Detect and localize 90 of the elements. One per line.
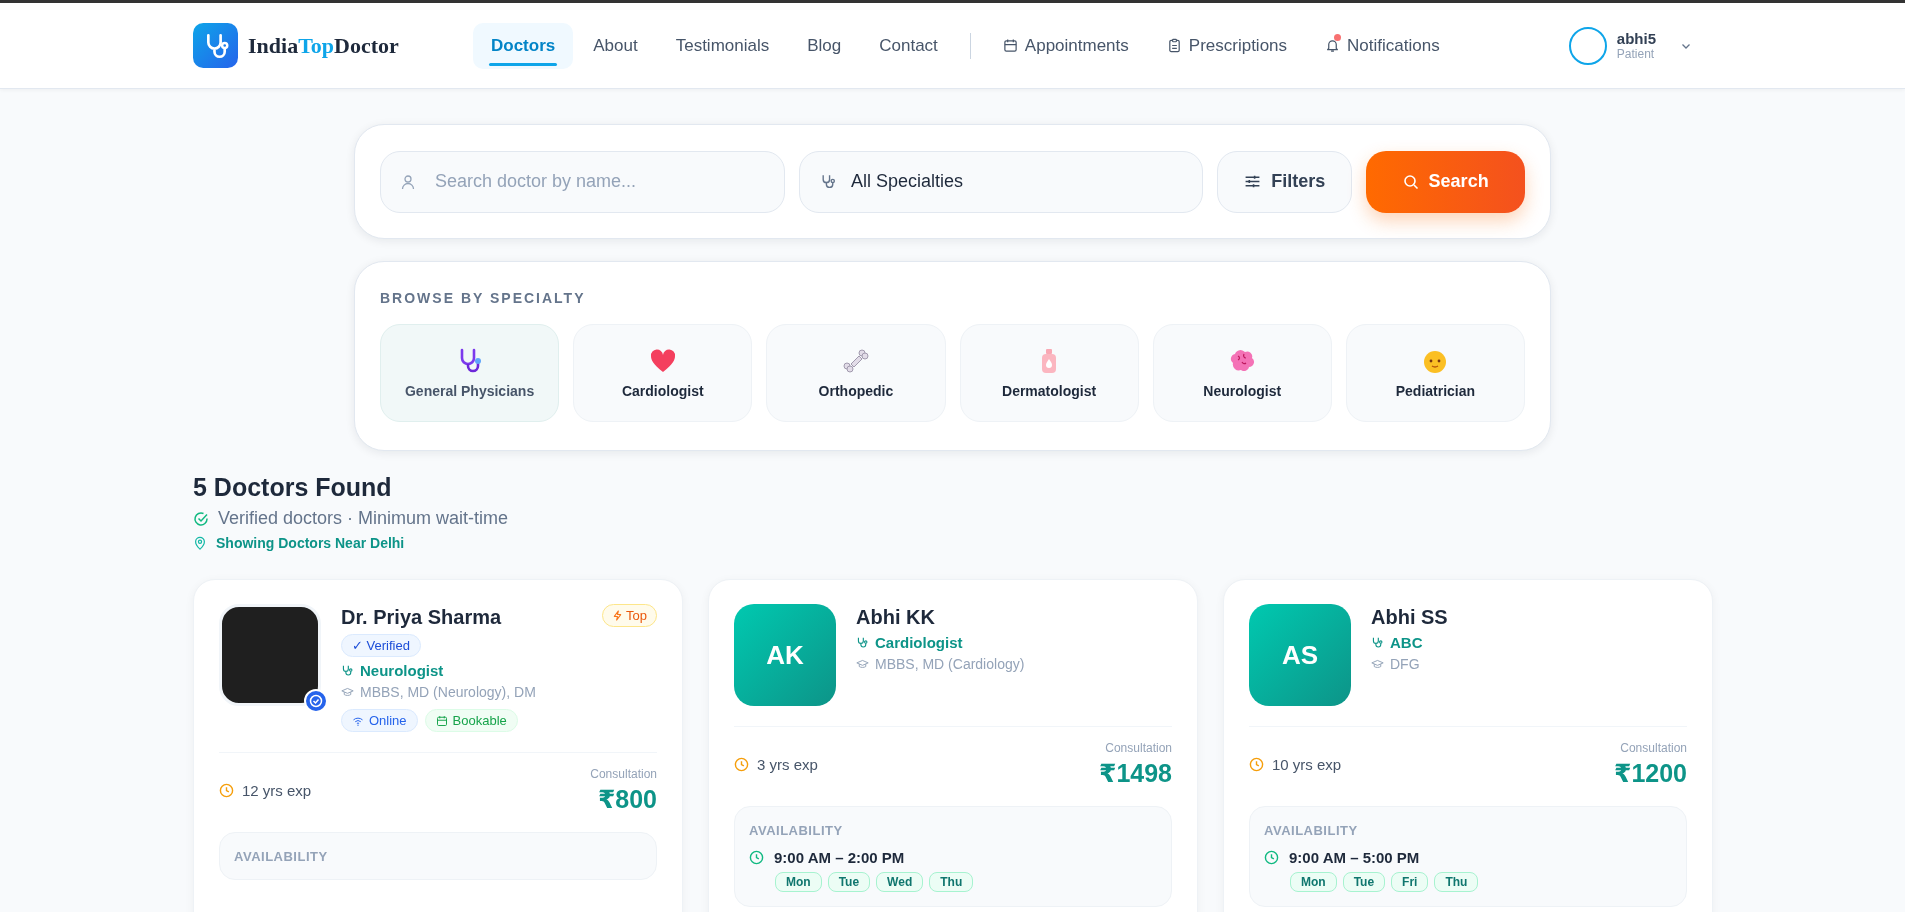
clock-icon [1264, 850, 1279, 865]
doctor-degrees: MBBS, MD (Neurology), DM [360, 684, 536, 700]
verified-badge: ✓ Verified [341, 634, 421, 657]
experience-text: 12 yrs exp [242, 782, 312, 799]
nav-link[interactable]: Doctors [473, 22, 574, 69]
availability-title: AVAILABILITY [234, 849, 328, 864]
nav-link[interactable]: About [575, 22, 656, 69]
results-heading: 5 Doctors Found [193, 473, 393, 502]
doctor-name: Dr. Priya Sharma [341, 606, 502, 629]
specialty-tile[interactable]: Orthopedic [766, 324, 946, 422]
clipboard-icon [1166, 38, 1182, 53]
doctor-specialty: ABC [1390, 634, 1423, 651]
doctor-specialty: Neurologist [360, 662, 444, 679]
clock-icon [749, 850, 764, 865]
day-chip: Tue [827, 872, 871, 892]
consultation-fee: ₹1200 [1614, 759, 1687, 788]
graduation-cap-icon [1371, 657, 1384, 671]
calendar-icon [435, 714, 448, 727]
top-badge: Top [602, 604, 657, 627]
bone-icon [841, 347, 870, 375]
nav-link[interactable]: Appointments [984, 22, 1147, 69]
doctor-card[interactable]: Dr. Priya Sharma Top ✓ Verified Neurologist MBBS, MD (Neurology), DM Online Bookable 12 yrs exp Consultation ₹800 AVAILABILITY [193, 579, 683, 912]
specialty-tile[interactable]: Pediatrician [1345, 324, 1525, 422]
check-circle-icon [193, 510, 209, 527]
day-chip: Fri [1391, 872, 1429, 892]
initials-avatar: AK [734, 604, 836, 706]
day-chip: Mon [775, 872, 822, 892]
doctor-specialty: Cardiologist [875, 634, 963, 651]
doctor-card[interactable]: AS Abhi SS ABC DFG 10 yrs exp Consultation ₹1200 AVAILABILITY 9:00 AM – 5:00 PM Mon Tue Fri Thu [1223, 579, 1713, 912]
nav-link[interactable]: Notifications [1307, 22, 1458, 69]
day-chip: Wed [876, 872, 924, 892]
initials-avatar: AS [1249, 604, 1351, 706]
map-pin-icon [193, 536, 207, 550]
user-name: abhi5 [1616, 30, 1656, 47]
specialty-tile[interactable]: Neurologist [1152, 324, 1332, 422]
nav-link[interactable]: Blog [789, 22, 860, 69]
search-icon [1402, 173, 1419, 190]
day-chip: Mon [1290, 872, 1337, 892]
sliders-icon [1244, 173, 1262, 190]
doctor-degrees: MBBS, MD (Cardiology) [875, 656, 1025, 672]
online-tag: Online [341, 709, 418, 732]
stethoscope-icon [1371, 636, 1384, 649]
heart-icon [648, 347, 677, 375]
lightning-icon [612, 610, 624, 621]
stethoscope-logo-icon[interactable] [193, 23, 238, 68]
clock-icon [1249, 757, 1264, 772]
specialty-select[interactable]: All Specialties [799, 150, 1204, 213]
stethoscope-icon [341, 664, 354, 677]
availability-hours: 9:00 AM – 2:00 PM [774, 849, 905, 866]
clock-icon [734, 757, 749, 772]
nav-link[interactable]: Contact [861, 22, 956, 69]
availability-title: AVAILABILITY [1264, 823, 1358, 838]
user-role: Patient [1616, 47, 1656, 61]
user-avatar[interactable] [1568, 26, 1607, 65]
filters-button[interactable]: Filters [1217, 150, 1353, 213]
nav-link[interactable]: Prescriptions [1148, 22, 1306, 69]
doctor-degrees: DFG [1390, 656, 1420, 672]
doctor-name-field[interactable]: Search doctor by name... [380, 150, 785, 213]
experience-text: 3 yrs exp [757, 756, 818, 773]
day-chip: Tue [1342, 872, 1386, 892]
specialty-tile[interactable]: Dermatologist [959, 324, 1139, 422]
fee-label: Consultation [1620, 741, 1687, 755]
bell-icon [1325, 38, 1341, 53]
experience-text: 10 yrs exp [1272, 756, 1342, 773]
bookable-tag: Bookable [424, 709, 518, 732]
specialty-tile[interactable]: Cardiologist [573, 324, 753, 422]
brand-name[interactable]: IndiaTopDoctor [248, 32, 399, 59]
section-title: BROWSE BY SPECIALTY [380, 290, 587, 306]
day-chip: Thu [1434, 872, 1479, 892]
availability-hours: 9:00 AM – 5:00 PM [1289, 849, 1420, 866]
fee-label: Consultation [1105, 741, 1172, 755]
results-subtitle: Verified doctors · Minimum wait-time [218, 508, 509, 529]
graduation-cap-icon [856, 657, 869, 671]
consultation-fee: ₹800 [597, 785, 657, 814]
graduation-cap-icon [341, 685, 354, 699]
clock-icon [219, 783, 234, 798]
stethoscope-icon [820, 173, 837, 190]
specialty-tile[interactable]: General Physicians [380, 324, 560, 422]
calendar-icon [1002, 38, 1018, 53]
day-chip: Thu [929, 872, 974, 892]
nav-link[interactable]: Testimonials [657, 22, 788, 69]
doctor-name: Abhi SS [1371, 606, 1448, 629]
availability-title: AVAILABILITY [749, 823, 843, 838]
stethoscope-icon [856, 636, 869, 649]
person-icon [400, 173, 416, 190]
consultation-fee: ₹1498 [1099, 759, 1172, 788]
location-text: Showing Doctors Near Delhi [216, 535, 405, 551]
doctor-name: Abhi KK [856, 606, 935, 629]
fee-label: Consultation [590, 767, 657, 781]
doctor-card[interactable]: AK Abhi KK Cardiologist MBBS, MD (Cardiology) 3 yrs exp Consultation ₹1498 AVAILABILITY 9:00 AM – 2:00 PM Mon Tue Wed Thu [708, 579, 1198, 912]
